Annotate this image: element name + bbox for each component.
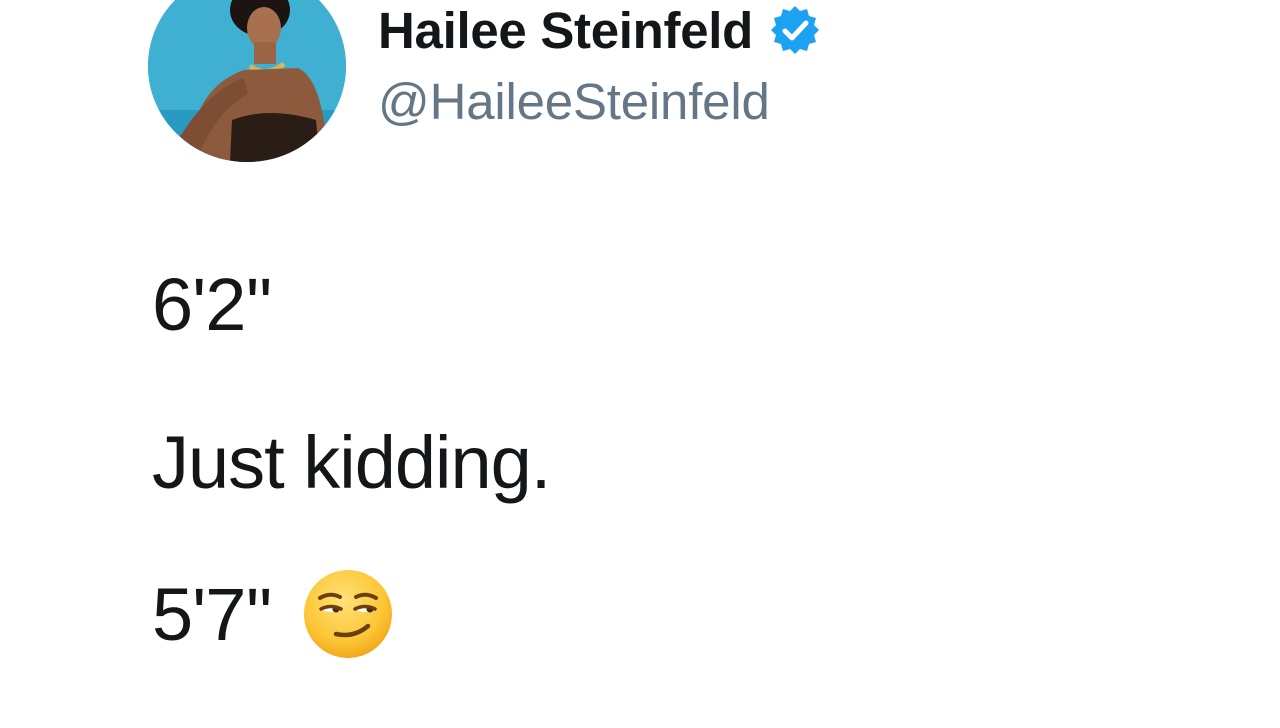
tweet-text-line-3: 5'7'' <box>152 572 273 656</box>
author-handle[interactable]: @HaileeSteinfeld <box>378 72 770 131</box>
author-name-row: Hailee Steinfeld <box>378 1 821 60</box>
tweet-text-line-2: Just kidding. <box>152 421 551 504</box>
tweet-card: Hailee Steinfeld @HaileeSteinfeld 6'2'' … <box>0 0 1280 728</box>
tweet-text-line-3-row: 5'7'' <box>152 568 394 660</box>
verified-badge-icon <box>769 4 821 56</box>
display-name[interactable]: Hailee Steinfeld <box>378 1 753 60</box>
smirking-face-emoji-icon <box>302 568 394 660</box>
avatar[interactable] <box>148 0 346 162</box>
tweet-text-line-1: 6'2'' <box>152 263 273 346</box>
profile-photo-icon <box>148 0 346 162</box>
